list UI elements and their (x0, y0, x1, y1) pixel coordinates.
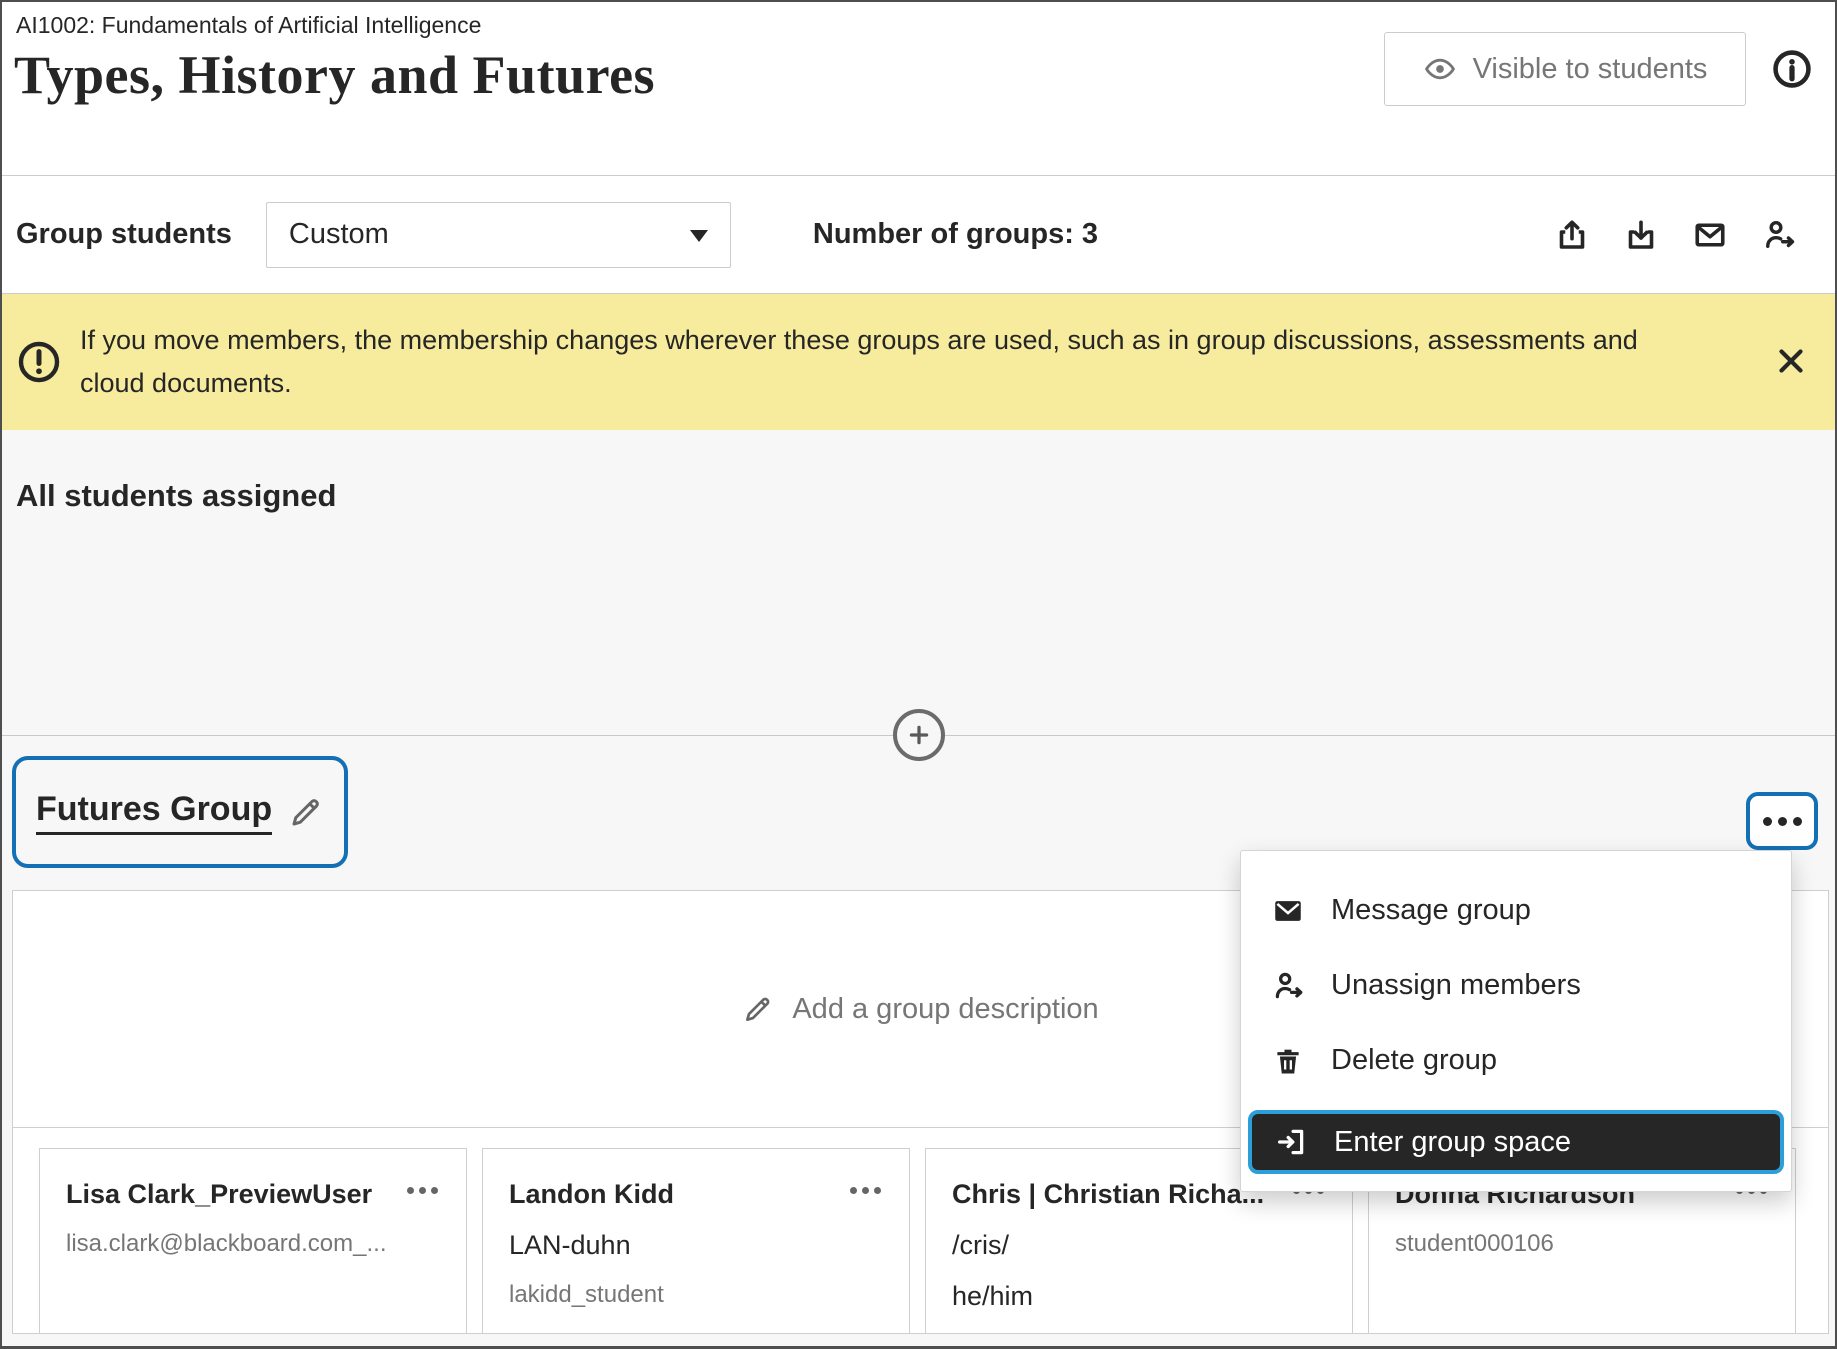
toolbar: Group students Custom Number of groups: … (2, 176, 1835, 294)
member-pronunciation: LAN-duhn (509, 1230, 631, 1260)
all-students-heading: All students assigned (16, 478, 337, 513)
groups-count: Number of groups: 3 (812, 218, 1099, 250)
menu-item-delete-group[interactable]: Delete group (1241, 1023, 1791, 1098)
enter-icon (1278, 1129, 1304, 1155)
group-context-menu: Message group Unassign members Delete gr… (1240, 850, 1792, 1192)
edit-icon (292, 799, 319, 826)
member-card: Lisa Clark_PreviewUser lisa.clark@blackb… (39, 1148, 467, 1333)
select-value: Custom (288, 218, 389, 250)
envelope-icon (1275, 900, 1301, 921)
menu-item-label: Enter group space (1334, 1125, 1571, 1158)
menu-item-message-group[interactable]: Message group (1241, 873, 1791, 948)
member-pronunciation: /cris/ (952, 1230, 1009, 1260)
trash-icon (1277, 1049, 1299, 1073)
group-menu-button[interactable] (1746, 792, 1818, 850)
info-icon[interactable] (1771, 48, 1813, 90)
groups-section: All students assigned Futures Group Add … (2, 430, 1835, 1346)
member-username: lvstudent3 (952, 1332, 1326, 1333)
add-group-button[interactable] (893, 709, 945, 761)
menu-item-unassign-members[interactable]: Unassign members (1241, 948, 1791, 1023)
group-students-label: Group students (16, 218, 232, 250)
person-arrow-icon (1275, 972, 1303, 998)
menu-item-label: Unassign members (1331, 969, 1581, 1001)
menu-item-enter-group-space[interactable]: Enter group space (1248, 1110, 1784, 1174)
member-username: lisa.clark@blackboard.com_... (66, 1230, 387, 1257)
export-groups-icon[interactable] (1552, 215, 1592, 255)
member-name: Lisa Clark_PreviewUser (66, 1179, 373, 1209)
member-username: student000106 (1395, 1230, 1554, 1257)
member-menu-button[interactable] (847, 1179, 883, 1194)
message-icon[interactable] (1690, 215, 1730, 255)
groups-page: AI1002: Fundamentals of Artificial Intel… (0, 0, 1837, 1349)
chevron-down-icon (689, 229, 708, 242)
breadcrumb: AI1002: Fundamentals of Artificial Intel… (16, 12, 482, 38)
eye-icon (1424, 58, 1455, 80)
page-header: AI1002: Fundamentals of Artificial Intel… (2, 2, 1835, 176)
menu-item-label: Message group (1331, 894, 1531, 926)
close-icon[interactable] (1769, 340, 1813, 384)
warning-text: If you move members, the membership chan… (80, 325, 1638, 398)
member-card: Landon Kidd LAN-duhn lakidd_student (482, 1148, 910, 1333)
group-students-select[interactable]: Custom (265, 201, 731, 268)
warning-banner: If you move members, the membership chan… (2, 294, 1835, 430)
menu-item-label: Delete group (1331, 1044, 1498, 1076)
description-placeholder: Add a group description (792, 992, 1099, 1025)
member-menu-button[interactable] (404, 1179, 440, 1194)
group-name-link[interactable]: Futures Group (36, 790, 273, 835)
edit-icon (746, 997, 770, 1021)
group-title[interactable]: Futures Group (12, 756, 349, 868)
member-username: lakidd_student (509, 1281, 664, 1308)
manage-members-icon[interactable] (1759, 215, 1799, 255)
import-groups-icon[interactable] (1621, 215, 1661, 255)
visibility-button[interactable]: Visible to students (1384, 32, 1746, 106)
member-name: Chris | Christian Richa... (952, 1179, 1265, 1209)
visibility-label: Visible to students (1472, 52, 1708, 85)
member-name: Landon Kidd (509, 1179, 674, 1209)
page-title: Types, History and Futures (14, 45, 656, 105)
member-pronouns: he/him (952, 1281, 1034, 1311)
toolbar-icons (1552, 215, 1835, 255)
plus-icon (909, 725, 929, 745)
warning-icon (18, 341, 60, 383)
